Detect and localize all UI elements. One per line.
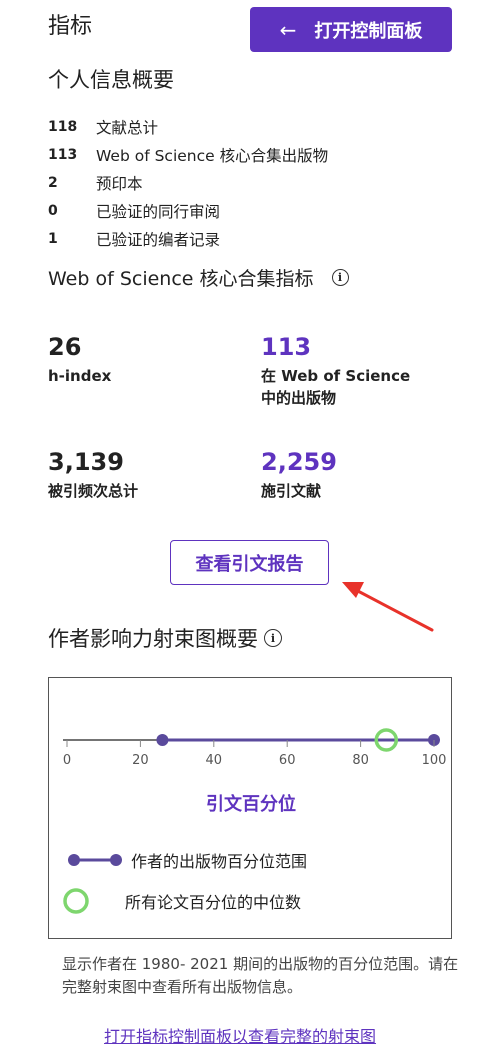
axis-tick-label: 20 bbox=[132, 753, 149, 768]
arrow-left-icon: ← bbox=[279, 17, 297, 42]
summary-count: 1 bbox=[48, 231, 58, 247]
summary-count: 113 bbox=[48, 147, 78, 163]
h-index-value: 26 bbox=[48, 333, 82, 361]
citing-articles-metric[interactable]: 2,259 施引文献 bbox=[261, 449, 337, 503]
citing-articles-value[interactable]: 2,259 bbox=[261, 449, 337, 476]
beamplot-summary-card: 0 20 40 60 80 100 引文百分位 作者的出版物百分位范围 所有论文百分位的中… bbox=[48, 677, 452, 939]
list-item: 2 预印本 bbox=[48, 169, 468, 197]
range-legend-icon bbox=[68, 854, 122, 866]
percentile-axis: 0 20 40 60 80 100 bbox=[63, 728, 447, 768]
legend-item-range: 作者的出版物百分位范围 bbox=[67, 848, 307, 872]
view-citation-report-button[interactable]: 查看引文报告 bbox=[170, 540, 329, 585]
summary-label: 文献总计 bbox=[96, 119, 159, 137]
median-legend-icon bbox=[63, 888, 89, 914]
axis-tick-label: 0 bbox=[63, 753, 71, 768]
legend-range-label: 作者的出版物百分位范围 bbox=[131, 852, 308, 871]
beamplot-note: 显示作者在 1980- 2021 期间的出版物的百分位范围。请在完整射束图中查看… bbox=[62, 955, 459, 996]
profile-summary-heading: 个人信息概要 bbox=[48, 68, 174, 92]
beamplot-title: 作者影响力射束图概要 bbox=[48, 627, 258, 651]
axis-tick-label: 80 bbox=[352, 753, 369, 768]
beamplot-heading: 作者影响力射束图概要 i bbox=[48, 623, 282, 653]
list-item: 113 Web of Science 核心合集出版物 bbox=[48, 141, 468, 169]
h-index-metric: 26 h-index bbox=[48, 334, 111, 388]
h-index-label: h-index bbox=[48, 367, 112, 386]
legend-item-median: 所有论文百分位的中位数 bbox=[61, 886, 301, 916]
list-item: 118 文献总计 bbox=[48, 113, 468, 141]
axis-tick-label: 100 bbox=[422, 753, 447, 768]
summary-label: 已验证的编者记录 bbox=[96, 231, 221, 249]
annotation-arrow-icon bbox=[342, 582, 434, 632]
summary-label: 已验证的同行审阅 bbox=[96, 203, 221, 221]
summary-count: 118 bbox=[48, 119, 78, 135]
info-icon[interactable]: i bbox=[331, 269, 349, 286]
range-min-marker bbox=[156, 734, 169, 746]
page-title: 指标 bbox=[48, 14, 93, 39]
publications-metric[interactable]: 113 在 Web of Science 中的出版物 bbox=[261, 334, 410, 410]
open-full-beamplot-link[interactable]: 打开指标控制面板以查看完整的射束图 bbox=[104, 1023, 376, 1047]
profile-summary-list: 118 文献总计 113 Web of Science 核心合集出版物 2 预印… bbox=[48, 113, 468, 253]
info-icon[interactable]: i bbox=[264, 629, 282, 647]
times-cited-metric: 3,139 被引频次总计 bbox=[48, 449, 138, 503]
publications-value[interactable]: 113 bbox=[261, 334, 410, 361]
axis-tick-label: 40 bbox=[206, 753, 223, 768]
axis-tick-label: 60 bbox=[279, 753, 296, 768]
axis-label: 引文百分位 bbox=[206, 794, 296, 815]
times-cited-value: 3,139 bbox=[48, 448, 124, 476]
summary-count: 2 bbox=[48, 175, 58, 191]
summary-count: 0 bbox=[48, 203, 58, 219]
publications-label-line1: 在 Web of Science bbox=[261, 367, 411, 386]
legend-median-label: 所有论文百分位的中位数 bbox=[125, 893, 302, 912]
wos-metrics-title: Web of Science 核心合集指标 bbox=[48, 268, 314, 290]
open-dashboard-button[interactable]: ← 打开控制面板 bbox=[250, 7, 452, 52]
summary-label: Web of Science 核心合集出版物 bbox=[96, 147, 329, 165]
wos-metrics-heading: Web of Science 核心合集指标 i bbox=[48, 264, 349, 291]
list-item: 0 已验证的同行审阅 bbox=[48, 197, 468, 225]
publications-label-line2: 中的出版物 bbox=[261, 389, 337, 408]
open-dashboard-label: 打开控制面板 bbox=[314, 20, 423, 42]
summary-label: 预印本 bbox=[96, 175, 143, 193]
citing-articles-label: 施引文献 bbox=[261, 482, 322, 501]
times-cited-label: 被引频次总计 bbox=[48, 482, 139, 501]
list-item: 1 已验证的编者记录 bbox=[48, 225, 468, 253]
